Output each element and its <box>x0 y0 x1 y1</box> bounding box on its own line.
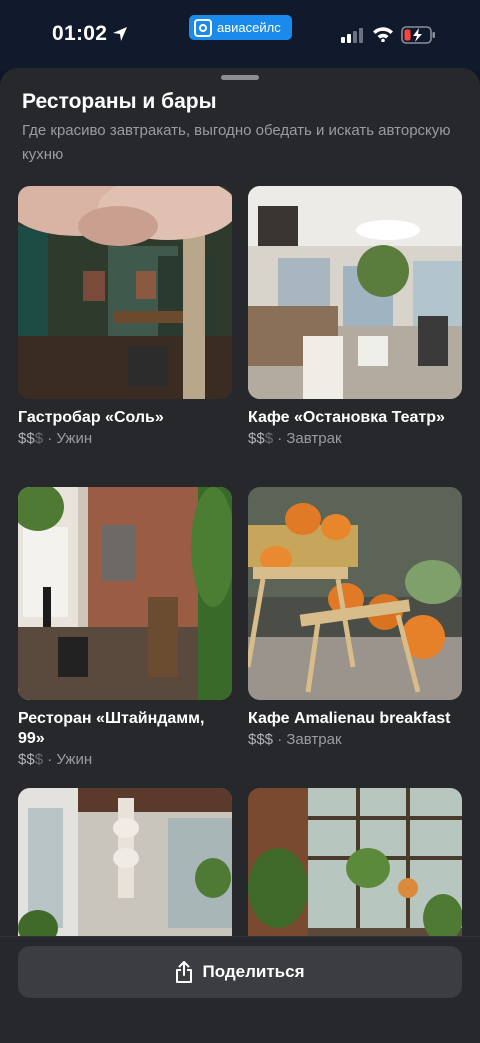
location-arrow-icon <box>113 27 127 41</box>
back-to-app-label: авиасейлс <box>217 20 281 35</box>
sheet-grabber[interactable] <box>221 75 259 80</box>
place-card[interactable]: Ресторан «Штайндамм, 99» $$$ · Ужин <box>18 487 232 768</box>
meta-separator: · <box>43 430 57 447</box>
place-photo <box>18 186 232 399</box>
share-icon <box>176 961 193 983</box>
cellular-signal-icon <box>341 28 363 43</box>
share-button-label: Поделиться <box>202 962 305 981</box>
place-photo <box>18 487 232 700</box>
meta-separator: · <box>273 430 287 447</box>
meta-separator: · <box>273 731 287 748</box>
meal-type: Завтрак <box>286 430 342 447</box>
bottom-bar: Поделиться <box>0 936 480 1043</box>
place-meta: $$$ · Ужин <box>18 751 232 768</box>
place-name: Кафе «Остановка Театр» <box>248 409 445 426</box>
place-meta: $$$ · Ужин <box>18 430 232 447</box>
price-level-inactive: $ <box>264 430 274 447</box>
meal-type: Ужин <box>56 751 93 768</box>
place-card[interactable]: Гастробар «Соль» $$$ · Ужин <box>18 186 232 447</box>
sheet-title: Рестораны и бары <box>22 90 217 113</box>
place-photo <box>248 186 462 399</box>
price-level: $$$ <box>248 731 274 748</box>
place-name: Гастробар «Соль» <box>18 409 164 426</box>
status-bar: 01:02 авиасейлс <box>0 0 480 70</box>
aviasales-logo-icon <box>194 18 212 37</box>
place-meta: $$$ · Завтрак <box>248 731 462 748</box>
share-button[interactable]: Поделиться <box>18 946 462 998</box>
price-level-inactive: $ <box>34 751 44 768</box>
restaurants-sheet[interactable]: Рестораны и бары Где красиво завтракать,… <box>0 68 480 1043</box>
meal-type: Ужин <box>56 430 93 447</box>
price-level-inactive: $ <box>34 430 44 447</box>
sheet-subtitle: Где красиво завтракать, выгодно обедать … <box>22 122 451 163</box>
place-card[interactable]: Кафе «Остановка Театр» $$$ · Завтрак <box>248 186 462 447</box>
meta-separator: · <box>43 751 57 768</box>
place-name: Кафе Amalienau breakfast <box>248 710 451 727</box>
battery-charging-icon <box>401 26 435 44</box>
price-level: $$ <box>18 430 35 447</box>
place-photo <box>248 487 462 700</box>
meal-type: Завтрак <box>286 731 342 748</box>
place-meta: $$$ · Завтрак <box>248 430 462 447</box>
wifi-icon <box>373 27 393 42</box>
price-level: $$ <box>18 751 35 768</box>
back-to-app-badge[interactable]: авиасейлс <box>189 15 292 40</box>
price-level: $$ <box>248 430 265 447</box>
status-time: 01:02 <box>52 22 108 45</box>
place-card[interactable]: Кафе Amalienau breakfast $$$ · Завтрак <box>248 487 462 748</box>
place-name: Ресторан «Штайндамм, 99» <box>18 710 205 747</box>
